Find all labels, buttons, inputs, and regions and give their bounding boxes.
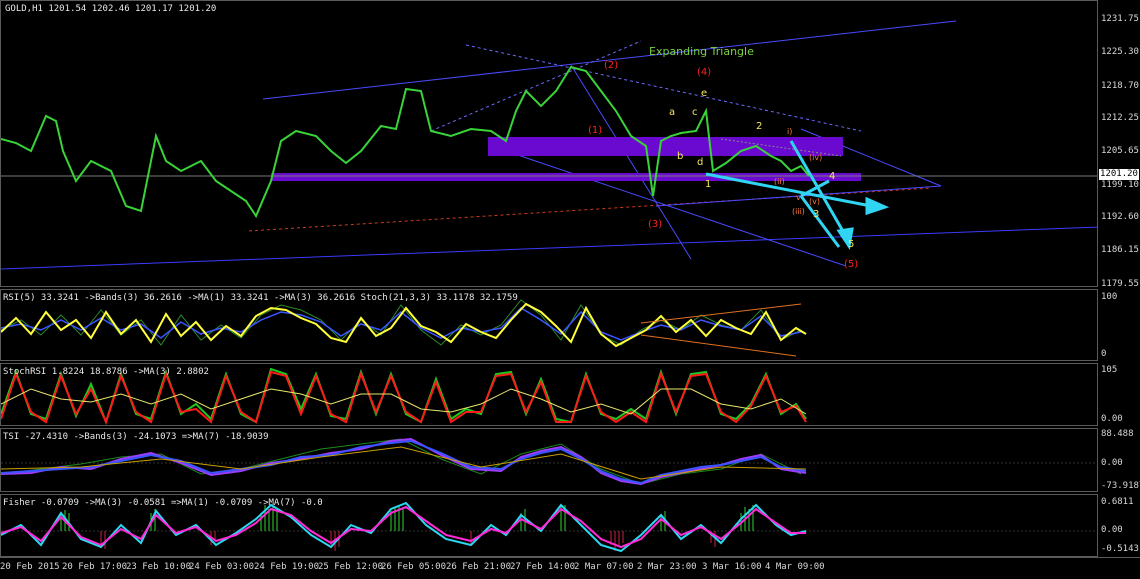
tsi-pane[interactable]: TSI -27.4310 ->Bands(3) -24.1073 =>MA(7)… bbox=[0, 428, 1098, 492]
stochrsi-scale: 105 0.00 bbox=[1101, 365, 1123, 424]
chart-title: GOLD,H1 1201.54 1202.46 1201.17 1201.20 bbox=[5, 4, 217, 14]
wave-label: a bbox=[669, 107, 676, 118]
stochrsi-title: StochRSI 1.8224 18.8786 ->MA(3) 2.8802 bbox=[3, 367, 209, 377]
wave-label: b bbox=[677, 151, 684, 162]
price-scale: 1231.75 1225.30 1218.70 1212.25 1205.65 … bbox=[1101, 14, 1139, 289]
wave-label: v bbox=[796, 193, 801, 202]
wave-label: 2 bbox=[756, 121, 763, 132]
wave-label: e bbox=[701, 88, 708, 99]
rsi-title: RSI(5) 33.3241 ->Bands(3) 36.2616 ->MA(1… bbox=[3, 293, 518, 303]
wave-label: (iii) bbox=[792, 207, 805, 216]
fisher-pane[interactable]: Fisher -0.0709 ->MA(3) -0.0581 =>MA(1) -… bbox=[0, 494, 1098, 557]
wave-label: i) bbox=[787, 127, 793, 136]
rsi-pane[interactable]: RSI(5) 33.3241 ->Bands(3) 36.2616 ->MA(1… bbox=[0, 289, 1098, 361]
wave-label: (ii) bbox=[774, 177, 785, 186]
wave-label: d bbox=[697, 157, 704, 168]
wave-label: 3 bbox=[813, 209, 820, 220]
fisher-title: Fisher -0.0709 ->MA(3) -0.0581 =>MA(1) -… bbox=[3, 498, 323, 508]
wave-label: (4) bbox=[697, 67, 712, 78]
stochrsi-pane[interactable]: StochRSI 1.8224 18.8786 ->MA(3) 2.8802 bbox=[0, 363, 1098, 426]
wave-label: 1 bbox=[705, 179, 712, 190]
tsi-scale: 88.488 0.00 -73.9187 bbox=[1101, 429, 1140, 491]
annotation-expanding-triangle: Expanding Triangle bbox=[649, 45, 754, 58]
wave-label: 4 bbox=[829, 171, 836, 182]
fisher-scale: 0.6811 0.00 -0.5143 bbox=[1101, 497, 1139, 554]
wave-label: (1) bbox=[588, 125, 603, 136]
wave-label: (3) bbox=[648, 219, 663, 230]
wave-label: 5 bbox=[848, 239, 855, 250]
main-chart-pane[interactable]: GOLD,H1 1201.54 1202.46 1201.17 1201.20 … bbox=[0, 0, 1098, 287]
wave-label: (5) bbox=[844, 259, 859, 270]
wave-label: (2) bbox=[604, 60, 619, 71]
price-chart-canvas bbox=[1, 20, 1097, 270]
rsi-scale: 100 0 bbox=[1101, 292, 1118, 359]
time-axis: 20 Feb 2015 20 Feb 17:00 23 Feb 10:00 24… bbox=[0, 557, 1140, 579]
wave-label: (iv) bbox=[809, 153, 823, 162]
wave-label: (v) bbox=[809, 197, 820, 206]
wave-label: c bbox=[692, 107, 698, 118]
tsi-title: TSI -27.4310 ->Bands(3) -24.1073 =>MA(7)… bbox=[3, 432, 269, 442]
current-price-tag: 1201.20 bbox=[1099, 169, 1139, 180]
